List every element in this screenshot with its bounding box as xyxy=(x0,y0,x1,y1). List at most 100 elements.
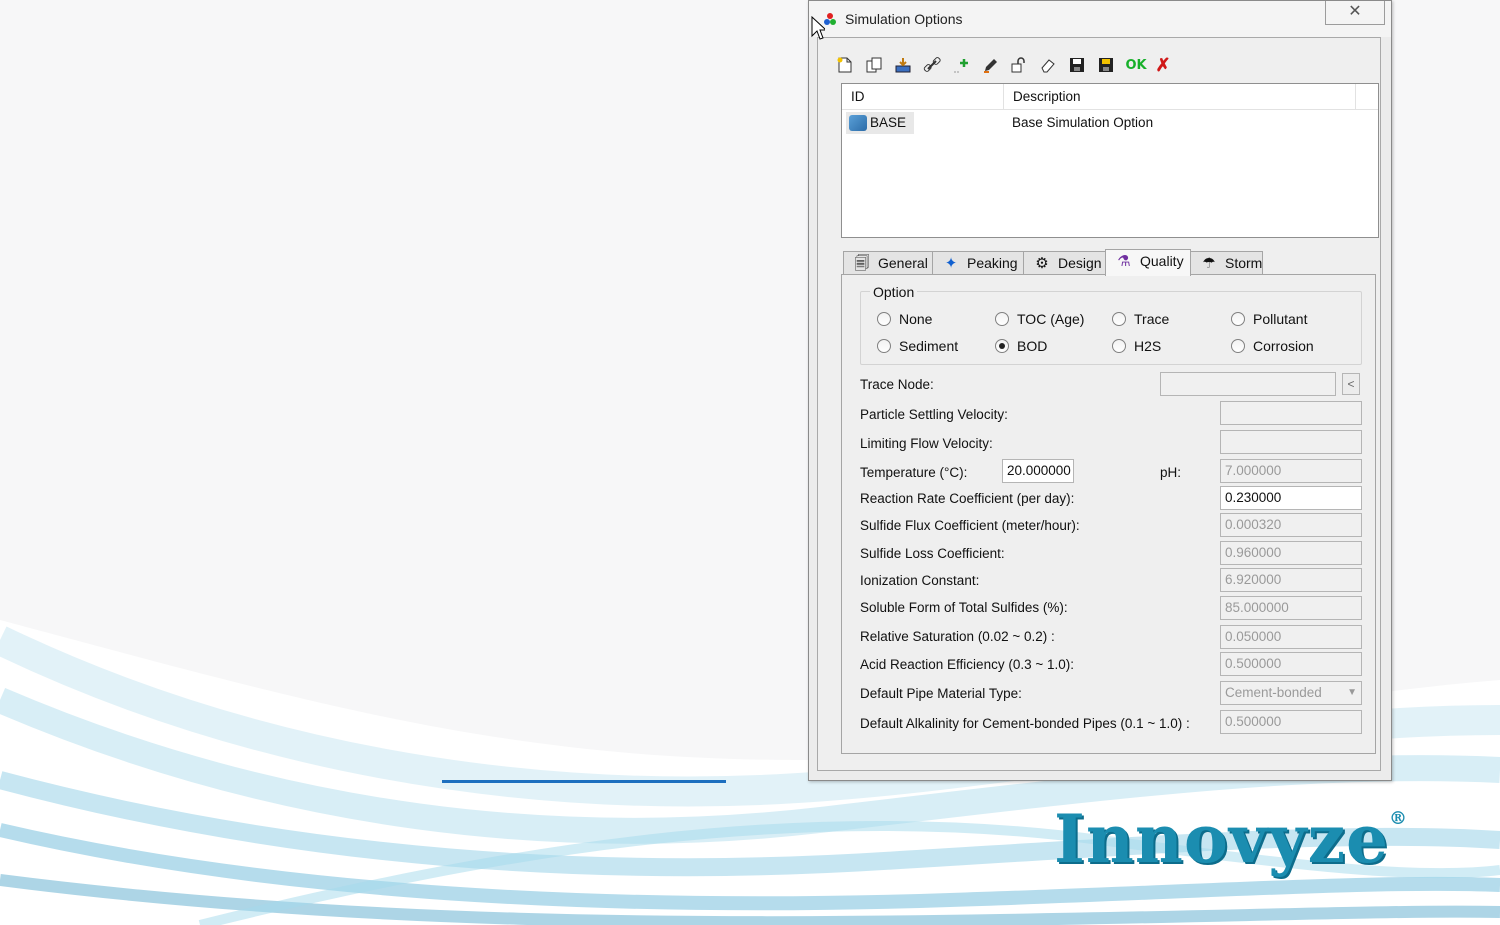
dialog-body: OK ✗ ID Description BASE Base Simulation… xyxy=(817,37,1381,771)
radio-label: Corrosion xyxy=(1253,338,1314,354)
tab-storm[interactable]: ☂ Storm xyxy=(1190,251,1263,275)
acid-reaction-efficiency-label: Acid Reaction Efficiency (0.3 ~ 1.0): xyxy=(860,657,1074,672)
list-header: ID Description xyxy=(842,84,1378,110)
cancel-button[interactable]: ✗ xyxy=(1152,54,1174,76)
sulfide-loss-coefficient-field[interactable]: 0.960000 xyxy=(1220,541,1362,565)
default-pipe-material-select[interactable]: Cement-bonded ▼ xyxy=(1220,681,1362,705)
radio-none[interactable]: None xyxy=(877,310,932,328)
radio-circle-selected[interactable] xyxy=(995,339,1009,353)
peaking-icon: ✦ xyxy=(944,255,958,272)
radio-circle[interactable] xyxy=(1231,312,1245,326)
ph-field[interactable]: 7.000000 xyxy=(1220,459,1362,483)
relative-saturation-field[interactable]: 0.050000 xyxy=(1220,625,1362,649)
option-group-label: Option xyxy=(870,284,918,300)
simulation-options-list[interactable]: ID Description BASE Base Simulation Opti… xyxy=(841,83,1379,238)
tab-general[interactable]: 🗐 General xyxy=(843,251,933,275)
ionization-constant-field[interactable]: 6.920000 xyxy=(1220,568,1362,592)
sulfide-flux-coefficient-field[interactable]: 0.000320 xyxy=(1220,513,1362,537)
close-button[interactable]: ✕ xyxy=(1325,1,1385,25)
relative-saturation-label: Relative Saturation (0.02 ~ 0.2) : xyxy=(860,629,1055,644)
row-description: Base Simulation Option xyxy=(1012,115,1154,130)
ionization-constant-label: Ionization Constant: xyxy=(860,573,980,588)
radio-pollutant[interactable]: Pollutant xyxy=(1231,310,1307,328)
innovyze-logo: Innovyze® xyxy=(1054,800,1409,878)
tab-design[interactable]: ⚙ Design xyxy=(1023,251,1106,275)
tab-label: General xyxy=(878,255,928,271)
soluble-form-total-sulfides-label: Soluble Form of Total Sulfides (%): xyxy=(860,600,1068,615)
radio-circle[interactable] xyxy=(995,312,1009,326)
radio-toc-age[interactable]: TOC (Age) xyxy=(995,310,1084,328)
simulation-options-dialog: Simulation Options ✕ OK ✗ ID Description… xyxy=(808,0,1392,781)
edit-icon[interactable] xyxy=(979,54,1001,76)
title-bar[interactable]: Simulation Options ✕ xyxy=(809,1,1391,37)
sulfide-loss-coefficient-label: Sulfide Loss Coefficient: xyxy=(860,546,1005,561)
column-description[interactable]: Description xyxy=(1004,84,1356,110)
window-title: Simulation Options xyxy=(845,11,963,27)
radio-circle[interactable] xyxy=(1112,312,1126,326)
row-id-cell[interactable]: BASE xyxy=(846,112,914,134)
option-group: Option None TOC (Age) Trace Pollutant Se… xyxy=(860,284,1362,365)
limiting-flow-velocity-label: Limiting Flow Velocity: xyxy=(860,436,993,451)
default-alkalinity-label: Default Alkalinity for Cement-bonded Pip… xyxy=(860,716,1190,731)
radio-bod[interactable]: BOD xyxy=(995,337,1047,355)
tab-quality[interactable]: ⚗ Quality xyxy=(1105,249,1191,276)
trace-node-field[interactable] xyxy=(1160,372,1336,396)
default-pipe-material-value: Cement-bonded xyxy=(1225,685,1322,700)
general-icon: 🗐 xyxy=(854,255,870,272)
unlock-icon[interactable] xyxy=(1008,54,1030,76)
tab-label: Storm xyxy=(1225,255,1263,271)
link-icon[interactable] xyxy=(921,54,943,76)
temperature-field[interactable]: 20.000000 xyxy=(1002,459,1074,483)
decorative-line xyxy=(442,780,726,783)
design-icon: ⚙ xyxy=(1035,255,1049,272)
trace-node-picker-button[interactable]: < xyxy=(1342,373,1360,395)
import-icon[interactable] xyxy=(892,54,914,76)
radio-corrosion[interactable]: Corrosion xyxy=(1231,337,1314,355)
radio-label: Pollutant xyxy=(1253,311,1308,327)
copy-icon[interactable] xyxy=(863,54,885,76)
radio-label: Sediment xyxy=(899,338,959,354)
radio-circle[interactable] xyxy=(877,312,891,326)
soluble-form-total-sulfides-field[interactable]: 85.000000 xyxy=(1220,596,1362,620)
new-icon[interactable] xyxy=(834,54,856,76)
radio-label: Trace xyxy=(1134,311,1170,327)
reaction-rate-coefficient-label: Reaction Rate Coefficient (per day): xyxy=(860,491,1075,506)
quality-panel: Option None TOC (Age) Trace Pollutant Se… xyxy=(841,274,1376,754)
trace-node-label: Trace Node: xyxy=(860,377,934,392)
app-icon xyxy=(824,13,836,25)
eraser-icon[interactable] xyxy=(1037,54,1059,76)
radio-trace[interactable]: Trace xyxy=(1112,310,1169,328)
row-id: BASE xyxy=(870,115,907,130)
list-row[interactable]: BASE Base Simulation Option xyxy=(842,112,1378,134)
radio-circle[interactable] xyxy=(877,339,891,353)
radio-label: TOC (Age) xyxy=(1017,311,1085,327)
save-icon[interactable] xyxy=(1066,54,1088,76)
tab-label: Design xyxy=(1058,255,1102,271)
radio-h2s[interactable]: H2S xyxy=(1112,337,1161,355)
acid-reaction-efficiency-field[interactable]: 0.500000 xyxy=(1220,652,1362,676)
radio-circle[interactable] xyxy=(1231,339,1245,353)
radio-label: None xyxy=(899,311,933,327)
temperature-label: Temperature (°C): xyxy=(860,465,968,480)
ok-button[interactable]: OK xyxy=(1123,54,1149,76)
chevron-down-icon[interactable]: ▼ xyxy=(1347,682,1357,704)
particle-settling-velocity-label: Particle Settling Velocity: xyxy=(860,407,1008,422)
add-icon[interactable] xyxy=(950,54,972,76)
reaction-rate-coefficient-field[interactable]: 0.230000 xyxy=(1220,486,1362,510)
mouse-cursor-icon xyxy=(811,16,825,40)
limiting-flow-velocity-field[interactable] xyxy=(1220,430,1362,454)
particle-settling-velocity-field[interactable] xyxy=(1220,401,1362,425)
radio-label: BOD xyxy=(1017,338,1048,354)
tab-label: Peaking xyxy=(967,255,1018,271)
radio-circle[interactable] xyxy=(1112,339,1126,353)
radio-label: H2S xyxy=(1134,338,1162,354)
save-all-icon[interactable] xyxy=(1095,54,1117,76)
tab-label: Quality xyxy=(1140,253,1184,269)
simulation-option-icon xyxy=(849,115,867,131)
column-id[interactable]: ID xyxy=(842,84,1004,110)
default-pipe-material-label: Default Pipe Material Type: xyxy=(860,686,1022,701)
tab-peaking[interactable]: ✦ Peaking xyxy=(932,251,1024,275)
default-alkalinity-field[interactable]: 0.500000 xyxy=(1220,710,1362,734)
storm-icon: ☂ xyxy=(1202,255,1216,272)
radio-sediment[interactable]: Sediment xyxy=(877,337,958,355)
